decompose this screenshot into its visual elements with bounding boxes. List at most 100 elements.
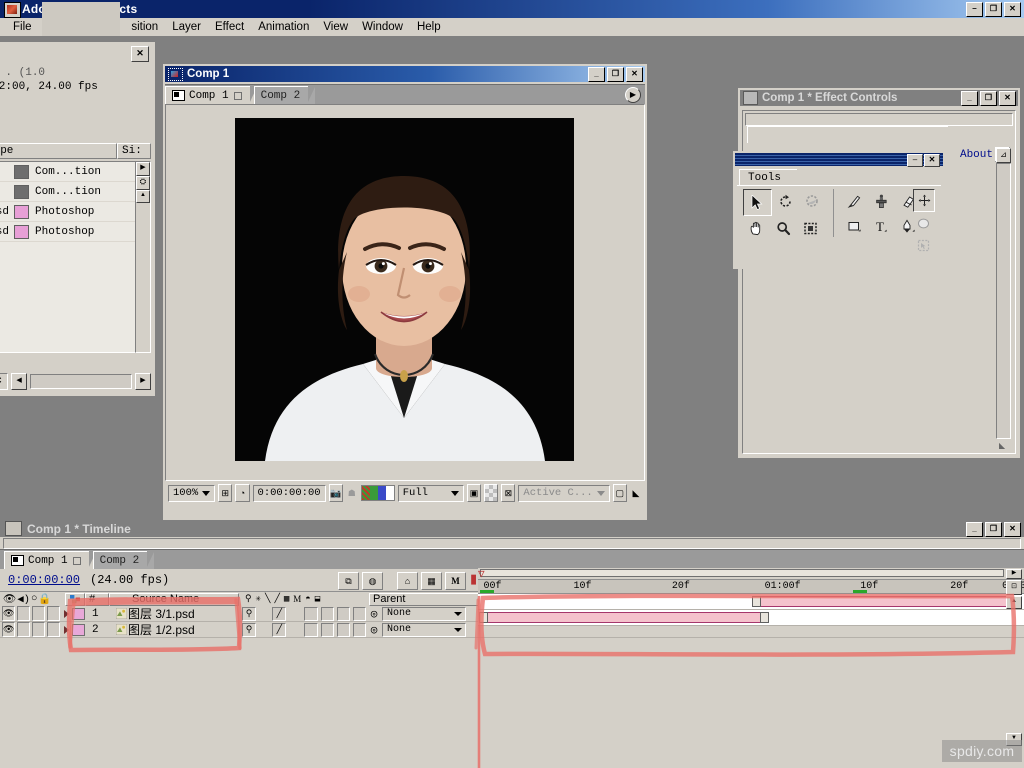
- app-window-buttons[interactable]: – ❐ ✕: [966, 2, 1021, 17]
- tab-close-square-icon[interactable]: [73, 557, 81, 565]
- project-hscroll-track[interactable]: [30, 374, 132, 389]
- timeline-track-row[interactable]: [478, 610, 1024, 626]
- comp-toolbar[interactable]: 100% ⊞ ◔ 0:00:00:00 📷 ☗ Full ▣ ⊠ Active …: [165, 483, 645, 503]
- timeline-tab-bar[interactable]: Comp 1 Comp 2: [0, 549, 1024, 569]
- layer-label-swatch[interactable]: [72, 608, 85, 620]
- bit-depth-button[interactable]: 8 bpc: [0, 373, 8, 390]
- single-view-icon[interactable]: ▢: [613, 484, 627, 502]
- layer-expand-triangle[interactable]: [60, 626, 72, 634]
- layer-2-in-handle[interactable]: [479, 612, 488, 623]
- app-maximize-button[interactable]: ❐: [985, 2, 1002, 17]
- work-area-end-marker[interactable]: [853, 590, 867, 593]
- layer-audio-toggle[interactable]: [17, 622, 30, 637]
- layer-quality-switch[interactable]: ╱: [272, 623, 286, 637]
- comp-window-buttons[interactable]: _ ❐ ✕: [588, 67, 643, 82]
- fx-minimize-button[interactable]: _: [961, 91, 978, 106]
- layer-2-out-handle[interactable]: [760, 612, 769, 623]
- tools-close-button[interactable]: ✕: [924, 154, 940, 167]
- alpha-channel-icon[interactable]: ⊠: [501, 484, 515, 502]
- panel-menu-arrow-icon[interactable]: ▶: [625, 87, 641, 103]
- layer-lock-toggle[interactable]: [47, 606, 60, 621]
- effect-controls-title-bar[interactable]: Comp 1 * Effect Controls _ ❐ ✕: [740, 90, 1018, 106]
- timeline-ruler[interactable]: 00f 10f 20f 01:00f 10f 20f 02:00 ▽ ▽: [478, 580, 1024, 594]
- layer-visibility-toggle[interactable]: 👁: [2, 622, 15, 637]
- comp-timecode[interactable]: 0:00:00:00: [253, 485, 326, 502]
- layer-motion-blur-switch[interactable]: [321, 623, 334, 637]
- project-scroll-right-icon[interactable]: ▶: [136, 162, 150, 176]
- layer-parent-dropdown[interactable]: None: [382, 623, 466, 637]
- effect-controls-scrollbar[interactable]: [996, 163, 1011, 439]
- graph-options-icon[interactable]: ⊡: [1006, 580, 1022, 595]
- layer-source-name[interactable]: 图层 3/1.psd: [128, 605, 242, 622]
- layer-label-swatch[interactable]: [72, 624, 85, 636]
- layer-frame-blend-switch[interactable]: [304, 623, 317, 637]
- timeline-close-button[interactable]: ✕: [1004, 522, 1021, 537]
- menu-item-window[interactable]: Window: [355, 20, 410, 34]
- project-hierarchy-icon[interactable]: ⛭: [136, 176, 150, 190]
- select-mask-icon[interactable]: [913, 235, 933, 256]
- timeline-scroll-up-icon[interactable]: ▲: [1006, 596, 1022, 609]
- clone-stamp-tool[interactable]: [868, 189, 895, 214]
- inout-panel-icon[interactable]: ⌂: [397, 572, 418, 590]
- timeline-minimize-button[interactable]: _: [966, 522, 983, 537]
- layer-solo-toggle[interactable]: [32, 606, 45, 621]
- layer-3d-switch[interactable]: [353, 607, 366, 621]
- timeline-graph[interactable]: ▶ 00f 10f 20f 01:00f 10f 20f 02:00 ▽ ▽: [478, 568, 1024, 628]
- tool-options-column[interactable]: [913, 189, 935, 257]
- layer-number-header[interactable]: #: [85, 593, 109, 606]
- fx-close-button[interactable]: ✕: [999, 91, 1016, 106]
- layer-lock-toggle[interactable]: [47, 622, 60, 637]
- hand-tool[interactable]: [743, 216, 770, 241]
- about-link[interactable]: About: [960, 149, 993, 161]
- menu-item-effect[interactable]: Effect: [208, 20, 251, 34]
- layer-source-name[interactable]: 图层 1/2.psd: [128, 621, 242, 638]
- menu-bar[interactable]: File Edit sition Layer Effect Animation …: [0, 18, 1024, 36]
- source-name-header[interactable]: Source Name: [109, 593, 239, 606]
- brush-tool[interactable]: [841, 189, 868, 214]
- timeline-track-row[interactable]: [478, 594, 1024, 610]
- project-col-size[interactable]: Si:: [117, 143, 151, 159]
- timeline-tab-comp-2[interactable]: Comp 2: [93, 551, 148, 569]
- effect-controls-window-buttons[interactable]: _ ❐ ✕: [961, 91, 1016, 106]
- mask-tool[interactable]: [797, 216, 824, 241]
- layer-expand-triangle[interactable]: [60, 610, 72, 618]
- layer-collapse-switch[interactable]: [337, 623, 350, 637]
- project-close-button[interactable]: ✕: [131, 46, 149, 62]
- layer-3d-switch[interactable]: [353, 623, 366, 637]
- show-snapshot-icon[interactable]: ☗: [346, 485, 358, 501]
- motion-blur-icon[interactable]: M: [445, 572, 466, 590]
- layer-1-in-handle[interactable]: [752, 596, 761, 607]
- layer-1-duration-bar[interactable]: [754, 596, 1016, 607]
- menu-item-view[interactable]: View: [316, 20, 355, 34]
- tools-title-bar[interactable]: – ✕: [735, 153, 943, 166]
- comp-minimize-button[interactable]: _: [588, 67, 605, 82]
- project-list-item[interactable]: 2.psd Photoshop: [0, 202, 150, 222]
- menu-item-composition[interactable]: sition: [124, 20, 165, 34]
- menu-item-file[interactable]: File: [6, 20, 39, 34]
- resolution-dropdown[interactable]: Full: [398, 485, 464, 502]
- mask-visibility-icon[interactable]: ◔: [235, 484, 249, 502]
- selection-tool[interactable]: [743, 189, 772, 216]
- tools-tab[interactable]: Tools: [739, 169, 797, 186]
- rgb-channels-icon[interactable]: [361, 485, 395, 501]
- project-list-item[interactable]: Com...tion: [0, 162, 150, 182]
- tab-comp-2[interactable]: Comp 2: [254, 86, 309, 104]
- app-minimize-button[interactable]: –: [966, 2, 983, 17]
- title-safe-icon[interactable]: ▣: [467, 484, 481, 502]
- snapshot-camera-icon[interactable]: 📷: [329, 484, 343, 502]
- fx-expand-icon[interactable]: ⊿: [996, 148, 1011, 163]
- layer-solo-toggle[interactable]: [32, 622, 45, 637]
- comp-close-button[interactable]: ✕: [626, 67, 643, 82]
- layer-quality-switch[interactable]: ╱: [272, 607, 286, 621]
- timeline-window-buttons[interactable]: _ ❐ ✕: [966, 522, 1021, 537]
- transparency-grid-icon[interactable]: [484, 484, 498, 502]
- project-list-item[interactable]: 1.psd Photoshop: [0, 222, 150, 242]
- project-scrollbar[interactable]: ▶ ⛭ ▲: [135, 161, 151, 353]
- layer-2-duration-bar[interactable]: [481, 612, 765, 623]
- ellipse-icon[interactable]: [913, 213, 933, 234]
- shape-tool[interactable]: [841, 214, 868, 239]
- timeline-maximize-button[interactable]: ❐: [985, 522, 1002, 537]
- project-item-list[interactable]: Com...tion Com...tion 2.psd Photoshop 1.…: [0, 161, 151, 353]
- effect-controls-tab[interactable]: [747, 126, 948, 143]
- project-col-type[interactable]: Type: [0, 143, 117, 159]
